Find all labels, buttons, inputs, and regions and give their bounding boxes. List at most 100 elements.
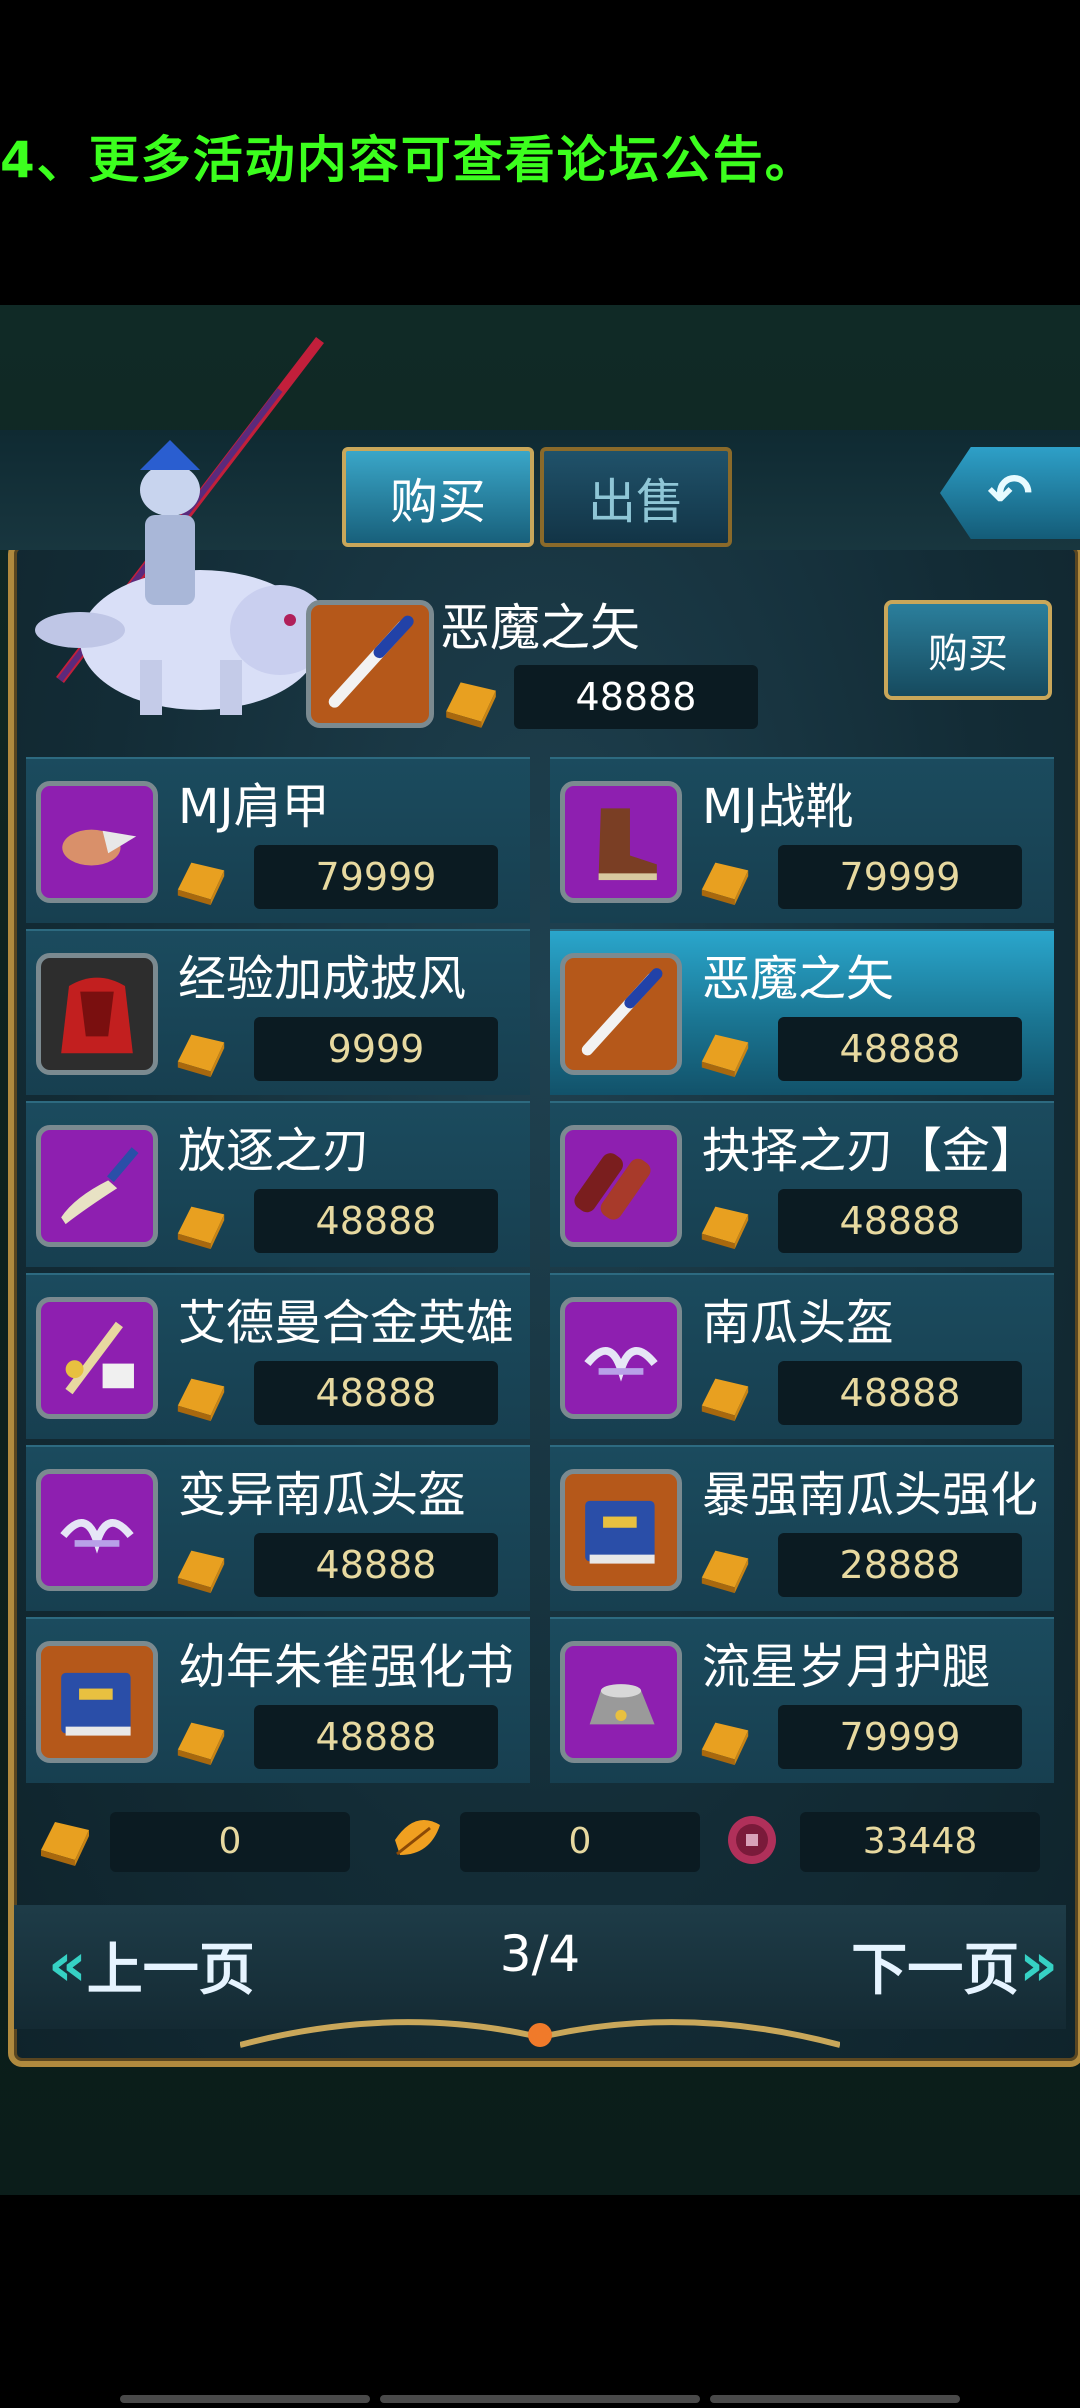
item-icon-frame[interactable] [560,1297,682,1419]
item-name: MJ战靴 [702,779,854,835]
item-name: 幼年朱雀强化书 [178,1639,515,1695]
double-chevron-left-icon: « [48,1930,87,2000]
gold-ingot-icon [701,1034,749,1078]
item-name: 恶魔之矢 [702,951,895,1007]
item-icon-frame[interactable] [36,1297,158,1419]
item-icon-frame[interactable] [560,1125,682,1247]
nav-gesture-bar [710,2395,960,2403]
shoulder-armor-icon [62,829,137,866]
helmet-wings-icon [60,1519,134,1554]
item-icon-frame[interactable] [36,1641,158,1763]
item-price: 48888 [778,1361,1022,1425]
blade-icon [574,1153,651,1220]
item-card[interactable]: 恶魔之矢 48888 [550,929,1054,1095]
item-card[interactable]: MJ肩甲 79999 [26,757,530,923]
item-price: 48888 [778,1017,1022,1081]
item-icon-frame[interactable] [36,1469,158,1591]
item-card[interactable]: 暴强南瓜头强化 28888 [550,1445,1054,1611]
gold-ornament [240,2019,840,2048]
tab-sell[interactable]: 出售 [540,447,732,547]
item-price: 28888 [778,1533,1022,1597]
leaf-balance: 0 [460,1812,700,1872]
leg-guard-icon [589,1684,655,1725]
item-card[interactable]: 放逐之刃 48888 [26,1101,530,1267]
item-card[interactable]: 南瓜头盔 48888 [550,1273,1054,1439]
gold-ingot-icon [177,1378,225,1422]
gold-ingot-icon [177,1206,225,1250]
item-name: 暴强南瓜头强化 [702,1467,1039,1523]
item-price: 48888 [254,1189,498,1253]
gold-ingot-icon [701,862,749,906]
item-name: 放逐之刃 [178,1123,371,1179]
gold-ingot-icon [701,1722,749,1766]
page-indicator: 3/4 [499,1925,581,1983]
featured-item-icon[interactable] [306,600,434,728]
helmet-wings-icon [584,1347,658,1382]
gold-ingot-icon [177,862,225,906]
cape-icon [61,977,133,1054]
book-icon [585,1500,655,1564]
item-icon-frame[interactable] [560,781,682,903]
tab-buy[interactable]: 购买 [342,447,534,547]
prev-page-button[interactable]: « 上一页 [48,1920,255,2010]
coin-balance: 33448 [800,1812,1040,1872]
prev-page-label: 上一页 [86,1937,255,2003]
item-icon-frame[interactable] [560,953,682,1075]
gold-ingot-icon [701,1550,749,1594]
item-card[interactable]: 艾德曼合金英雄 48888 [26,1273,530,1439]
item-name: 抉择之刃【金】 [702,1123,1039,1179]
item-grid: MJ肩甲 79999 MJ战靴 79999 经验加成披风 9999 恶魔之矢 48888 放逐之… [26,757,1054,1783]
item-card[interactable]: 幼年朱雀强化书 48888 [26,1617,530,1783]
item-name: 南瓜头盔 [702,1295,895,1351]
item-name: 流星岁月护腿 [702,1639,991,1695]
featured-item-price: 48888 [514,665,758,729]
item-price: 9999 [254,1017,498,1081]
nav-gesture-bar [120,2395,370,2403]
item-icon-frame[interactable] [36,1125,158,1247]
item-icon-frame[interactable] [36,781,158,903]
item-name: 经验加成披风 [178,951,467,1007]
dagger-icon [581,968,663,1056]
gold-ingot-icon [41,1822,89,1866]
gold-ingot-icon [177,1034,225,1078]
item-price: 48888 [254,1705,498,1769]
leaf-icon [395,1820,440,1856]
hammer-icon [65,1321,134,1395]
item-price: 48888 [778,1189,1022,1253]
item-card[interactable]: 经验加成披风 9999 [26,929,530,1095]
book-icon [61,1672,131,1736]
item-icon-frame[interactable] [36,953,158,1075]
item-icon-frame[interactable] [560,1469,682,1591]
hero-mount-illustration [35,336,330,715]
coin-icon [728,1816,776,1864]
buy-button[interactable]: 购买 [884,600,1052,700]
item-name: 变异南瓜头盔 [178,1467,467,1523]
scimitar-icon [61,1147,139,1225]
gold-ingot-icon [701,1378,749,1422]
gold-ingot-icon [177,1550,225,1594]
gold-ingot-icon [701,1206,749,1250]
gold-ingot-icon [446,682,496,728]
item-price: 79999 [778,1705,1022,1769]
item-price: 79999 [778,845,1022,909]
double-chevron-right-icon: » [1019,1930,1058,2000]
item-card[interactable]: 抉择之刃【金】 48888 [550,1101,1054,1267]
item-price: 48888 [254,1533,498,1597]
boots-icon [598,808,657,881]
return-arrow-icon: ↶ [987,461,1033,525]
item-card[interactable]: 变异南瓜头盔 48888 [26,1445,530,1611]
item-card[interactable]: MJ战靴 79999 [550,757,1054,923]
nav-gesture-bar [380,2395,700,2403]
item-price: 48888 [254,1361,498,1425]
dagger-icon [328,615,414,708]
next-page-button[interactable]: 下一页 » [851,1920,1058,2010]
item-icon-frame[interactable] [560,1641,682,1763]
featured-item-name: 恶魔之矢 [440,599,640,657]
item-price: 79999 [254,845,498,909]
next-page-label: 下一页 [851,1937,1020,2003]
notice-text: 4、更多活动内容可查看论坛公告。 [0,131,817,189]
gold-balance: 0 [110,1812,350,1872]
item-card[interactable]: 流星岁月护腿 79999 [550,1617,1054,1783]
gold-ingot-icon [177,1722,225,1766]
item-name: MJ肩甲 [178,779,330,835]
